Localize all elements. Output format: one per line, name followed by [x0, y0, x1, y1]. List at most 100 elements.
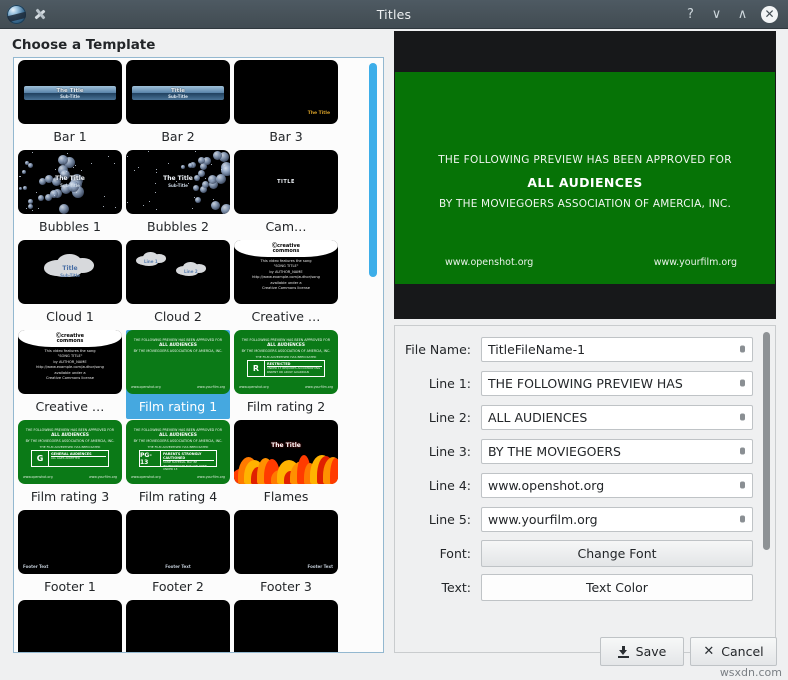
template-item-footer-2[interactable]: Footer TextFooter 2	[126, 510, 230, 599]
help-icon[interactable]: ?	[683, 8, 698, 21]
input-handle-icon[interactable]	[740, 448, 745, 455]
rating-footer: www.openshot.orgwww.yourfilm.org	[131, 475, 225, 479]
template-item-bar-3[interactable]: The TitleBar 3	[234, 60, 338, 149]
template-list-frame[interactable]: The TitleSub-Title Bar 1 TitleSub-Title …	[13, 57, 384, 653]
footer-text: Footer Text	[23, 564, 48, 569]
text-color-button[interactable]: Text Color	[481, 574, 753, 601]
template-thumbnail: Footer Text	[126, 510, 230, 574]
template-label: Creative …	[36, 394, 105, 419]
preview-footer-right: www.yourfilm.org	[654, 257, 737, 268]
template-item-cam[interactable]: TITLECam…	[234, 150, 338, 239]
rating-description: PARENTS STRONGLY CAUTIONEDSOME MATERIAL …	[161, 451, 216, 466]
template-item-bar-2[interactable]: TitleSub-Title Bar 2	[126, 60, 230, 149]
text-input[interactable]: TitleFileName-1	[481, 337, 753, 362]
template-thumbnail: THE FOLLOWING PREVIEW HAS BEEN APPROVED …	[234, 330, 338, 394]
input-handle-icon[interactable]	[740, 516, 745, 523]
minimize-icon[interactable]: ∨	[709, 8, 724, 21]
text-input-value: BY THE MOVIEGOERS	[488, 444, 621, 459]
template-label: Cloud 1	[46, 304, 94, 329]
template-item-film-rating-4[interactable]: THE FOLLOWING PREVIEW HAS BEEN APPROVED …	[126, 420, 230, 509]
rating-letter: G	[32, 451, 49, 466]
text-input[interactable]: www.openshot.org	[481, 473, 753, 498]
footer-text: Footer Text	[308, 564, 333, 569]
form-field-rows: File Name: TitleFileName-1 Line 1: THE F…	[395, 335, 753, 607]
template-item-cloud-1[interactable]: Title Sub-TitleCloud 1	[18, 240, 122, 329]
template-item-footer-3[interactable]: Footer TextFooter 3	[234, 510, 338, 599]
preview-line-3: BY THE MOVIEGOERS ASSOCIATION OF AMERCIA…	[395, 194, 775, 215]
cancel-button[interactable]: ✕ Cancel	[690, 637, 777, 666]
template-item-film-rating-3[interactable]: THE FOLLOWING PREVIEW HAS BEEN APPROVED …	[18, 420, 122, 509]
template-label: Bar 3	[269, 124, 302, 149]
input-handle-icon[interactable]	[740, 346, 745, 353]
template-thumbnail: THE FOLLOWING PREVIEW HAS BEEN APPROVED …	[18, 420, 122, 484]
template-label: Film rating 2	[247, 394, 325, 419]
text-input[interactable]: THE FOLLOWING PREVIEW HAS	[481, 371, 753, 396]
download-icon	[618, 646, 629, 658]
creative-commons-logo-icon: Ⓒcreativecommons	[234, 240, 338, 257]
template-item-bubbles-1[interactable]: The TitleSub-TitleBubbles 1	[18, 150, 122, 239]
preview-footer: www.openshot.org www.yourfilm.org	[445, 257, 737, 268]
close-x-icon: ✕	[703, 645, 714, 658]
template-item-bar-1[interactable]: The TitleSub-Title Bar 1	[18, 60, 122, 149]
text-input[interactable]: www.yourfilm.org	[481, 507, 753, 532]
field-label: File Name:	[395, 342, 481, 357]
text-input-value: www.openshot.org	[488, 478, 604, 493]
template-item-footer-1[interactable]: Footer TextFooter 1	[18, 510, 122, 599]
text-input[interactable]: ALL AUDIENCES	[481, 405, 753, 430]
template-grid[interactable]: The TitleSub-Title Bar 1 TitleSub-Title …	[14, 58, 364, 653]
form-row: File Name: TitleFileName-1	[395, 335, 753, 363]
template-label: Creative …	[252, 304, 321, 329]
input-handle-icon[interactable]	[740, 380, 745, 387]
template-item-flames[interactable]: The TitleFlames	[234, 420, 338, 509]
preview-footer-left: www.openshot.org	[445, 257, 533, 268]
template-item-creative[interactable]: Ⓒcreativecommons This video features the…	[234, 240, 338, 329]
rating-letter: R	[248, 361, 265, 376]
template-thumbnail: TitleSub-Title	[126, 60, 230, 124]
cc-text-block: This video features the song"SONG TITLE"…	[234, 259, 338, 291]
template-thumbnail: Line 1 Line 2	[126, 240, 230, 304]
input-handle-icon[interactable]	[740, 414, 745, 421]
save-button-label: Save	[636, 644, 667, 659]
form-scrollbar-thumb[interactable]	[763, 332, 770, 550]
template-item-film-rating-1[interactable]: THE FOLLOWING PREVIEW HAS BEEN APPROVED …	[126, 330, 230, 419]
window-title: Titles	[0, 0, 788, 29]
font-row: Font: Change Font	[395, 539, 753, 567]
field-label: Line 1:	[395, 376, 481, 391]
title-preview: THE FOLLOWING PREVIEW HAS BEEN APPROVED …	[394, 31, 776, 319]
field-label: Line 4:	[395, 478, 481, 493]
text-input-value: www.yourfilm.org	[488, 512, 598, 527]
input-handle-icon[interactable]	[740, 482, 745, 489]
text-input[interactable]: BY THE MOVIEGOERS	[481, 439, 753, 464]
pin-icon[interactable]	[32, 6, 48, 22]
change-font-button[interactable]: Change Font	[481, 540, 753, 567]
close-icon[interactable]: ✕	[761, 6, 778, 23]
title-bar: Titles ? ∨ ∧ ✕	[0, 0, 788, 29]
template-label: Film rating 4	[139, 484, 217, 509]
template-item-film-rating-2[interactable]: THE FOLLOWING PREVIEW HAS BEEN APPROVED …	[234, 330, 338, 419]
watermark: wsxdn.com	[720, 666, 782, 679]
openshot-globe-icon	[7, 5, 26, 24]
flames-graphic	[234, 450, 338, 484]
template-list-scrollbar[interactable]	[365, 60, 381, 650]
dialog-content: Choose a Template The TitleSub-Title Bar…	[0, 29, 788, 680]
template-item-cloud-2[interactable]: Line 1 Line 2Cloud 2	[126, 240, 230, 329]
save-button[interactable]: Save	[600, 637, 684, 666]
title-bar-graphic: The TitleSub-Title	[24, 86, 116, 100]
template-item-bubbles-2[interactable]: The TitleSub-TitleBubbles 2	[126, 150, 230, 239]
template-thumbnail: The TitleSub-Title	[18, 60, 122, 124]
rating-footer: www.openshot.orgwww.yourfilm.org	[239, 385, 333, 389]
template-item-creative[interactable]: Ⓒcreativecommons This video features the…	[18, 330, 122, 419]
font-label: Font:	[395, 546, 481, 561]
rating-badge: PG-13 PARENTS STRONGLY CAUTIONEDSOME MAT…	[139, 450, 217, 467]
form-row: Line 3: BY THE MOVIEGOERS	[395, 437, 753, 465]
title-properties-form: File Name: TitleFileName-1 Line 1: THE F…	[394, 325, 776, 653]
template-thumbnail: The Title	[234, 420, 338, 484]
title-bar-controls: ? ∨ ∧ ✕	[683, 6, 788, 23]
form-scrollbar[interactable]	[760, 330, 772, 648]
maximize-icon[interactable]: ∧	[735, 8, 750, 21]
template-scrollbar-thumb[interactable]	[369, 63, 377, 277]
form-row: Line 2: ALL AUDIENCES	[395, 403, 753, 431]
template-label: Cam…	[265, 214, 306, 239]
text-input-value: ALL AUDIENCES	[488, 410, 587, 425]
form-row: Line 4: www.openshot.org	[395, 471, 753, 499]
